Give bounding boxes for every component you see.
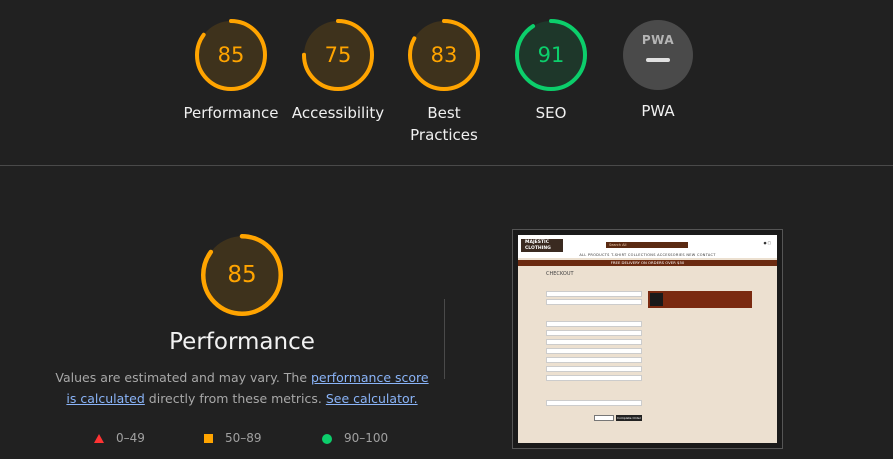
screenshot-field <box>546 348 642 354</box>
performance-big-score: 85 <box>227 262 257 288</box>
seo-score-ring: 91 <box>514 18 588 92</box>
final-screenshot[interactable]: MAJESTIC CLOTHING Search All ● □ ALL PRO… <box>512 229 783 449</box>
screenshot-secondary-button <box>594 415 614 421</box>
pwa-label: PWA <box>641 102 675 120</box>
divider <box>444 299 445 379</box>
screenshot-field <box>546 321 642 327</box>
pwa-dash-icon <box>646 58 670 62</box>
screenshot-account-icons: ● □ <box>763 241 771 245</box>
accessibility-label: Accessibility <box>291 104 385 122</box>
pwa-badge-text: PWA <box>641 33 675 47</box>
seo-label: SEO <box>535 104 567 122</box>
legend-average: 50–89 <box>204 431 262 445</box>
seo-gauge[interactable]: 91 SEO <box>496 18 606 124</box>
performance-label: Performance <box>183 104 279 122</box>
tshirt-icon <box>650 293 663 306</box>
legend-average-label: 50–89 <box>225 431 262 445</box>
screenshot-field <box>546 291 642 297</box>
screenshot-search-text: Search All <box>609 243 627 247</box>
screenshot-banner: FREE DELIVERY ON ORDERS OVER $50 <box>518 260 777 266</box>
desc-middle: directly from these metrics. <box>144 391 326 406</box>
legend-fail: 0–49 <box>94 431 145 445</box>
fail-triangle-icon <box>94 434 104 443</box>
logo-line1: MAJESTIC <box>525 240 549 245</box>
logo-line2: CLOTHING <box>525 245 551 251</box>
seo-score: 91 <box>537 43 565 67</box>
see-calculator-link[interactable]: See calculator. <box>326 391 418 406</box>
screenshot-complete-order-button: Complete Order <box>616 415 642 421</box>
best-practices-score: 83 <box>430 43 458 67</box>
screenshot-field <box>546 330 642 336</box>
screenshot-field <box>546 357 642 363</box>
accessibility-gauge[interactable]: 75 Accessibility <box>283 18 393 124</box>
best-practices-label-line2: Practices <box>410 126 478 144</box>
category-gauges: 85 Performance 75 Accessibility 83 Best … <box>0 0 893 166</box>
screenshot-search: Search All <box>606 242 688 248</box>
screenshot-logo: MAJESTIC CLOTHING <box>521 239 563 252</box>
accessibility-score: 75 <box>324 43 352 67</box>
performance-title: Performance <box>169 329 315 355</box>
legend-pass: 90–100 <box>322 431 388 445</box>
screenshot-logo-text: MAJESTIC CLOTHING <box>525 240 551 251</box>
average-square-icon <box>204 434 213 443</box>
legend-fail-label: 0–49 <box>116 431 145 445</box>
screenshot-order-item <box>648 291 752 308</box>
pwa-badge: PWA <box>623 20 693 90</box>
performance-big-gauge: 85 <box>200 233 284 317</box>
screenshot-nav: ALL PRODUCTS T-SHIRT COLLECTIONS ACCESSO… <box>518 252 777 258</box>
best-practices-score-ring: 83 <box>407 18 481 92</box>
legend-pass-label: 90–100 <box>344 431 389 445</box>
screenshot-page: MAJESTIC CLOTHING Search All ● □ ALL PRO… <box>518 235 777 443</box>
screenshot-field <box>546 339 642 345</box>
accessibility-score-ring: 75 <box>301 18 375 92</box>
best-practices-label: Best Practices <box>389 102 499 146</box>
screenshot-field <box>546 375 642 381</box>
performance-gauge[interactable]: 85 Performance <box>176 18 286 124</box>
pwa-gauge[interactable]: PWA PWA <box>603 18 713 122</box>
pass-circle-icon <box>322 433 332 444</box>
performance-score: 85 <box>217 43 245 67</box>
desc-prefix: Values are estimated and may vary. The <box>55 370 311 385</box>
performance-detail-section: 85 Performance Values are estimated and … <box>0 167 893 459</box>
screenshot-field <box>546 299 642 305</box>
screenshot-field <box>546 366 642 372</box>
performance-description: Values are estimated and may vary. The p… <box>52 367 432 409</box>
best-practices-label-line1: Best <box>427 104 461 122</box>
screenshot-checkout-title: CHECKOUT <box>546 271 574 277</box>
performance-score-ring: 85 <box>194 18 268 92</box>
screenshot-field <box>546 400 642 406</box>
best-practices-gauge[interactable]: 83 Best Practices <box>389 18 499 146</box>
